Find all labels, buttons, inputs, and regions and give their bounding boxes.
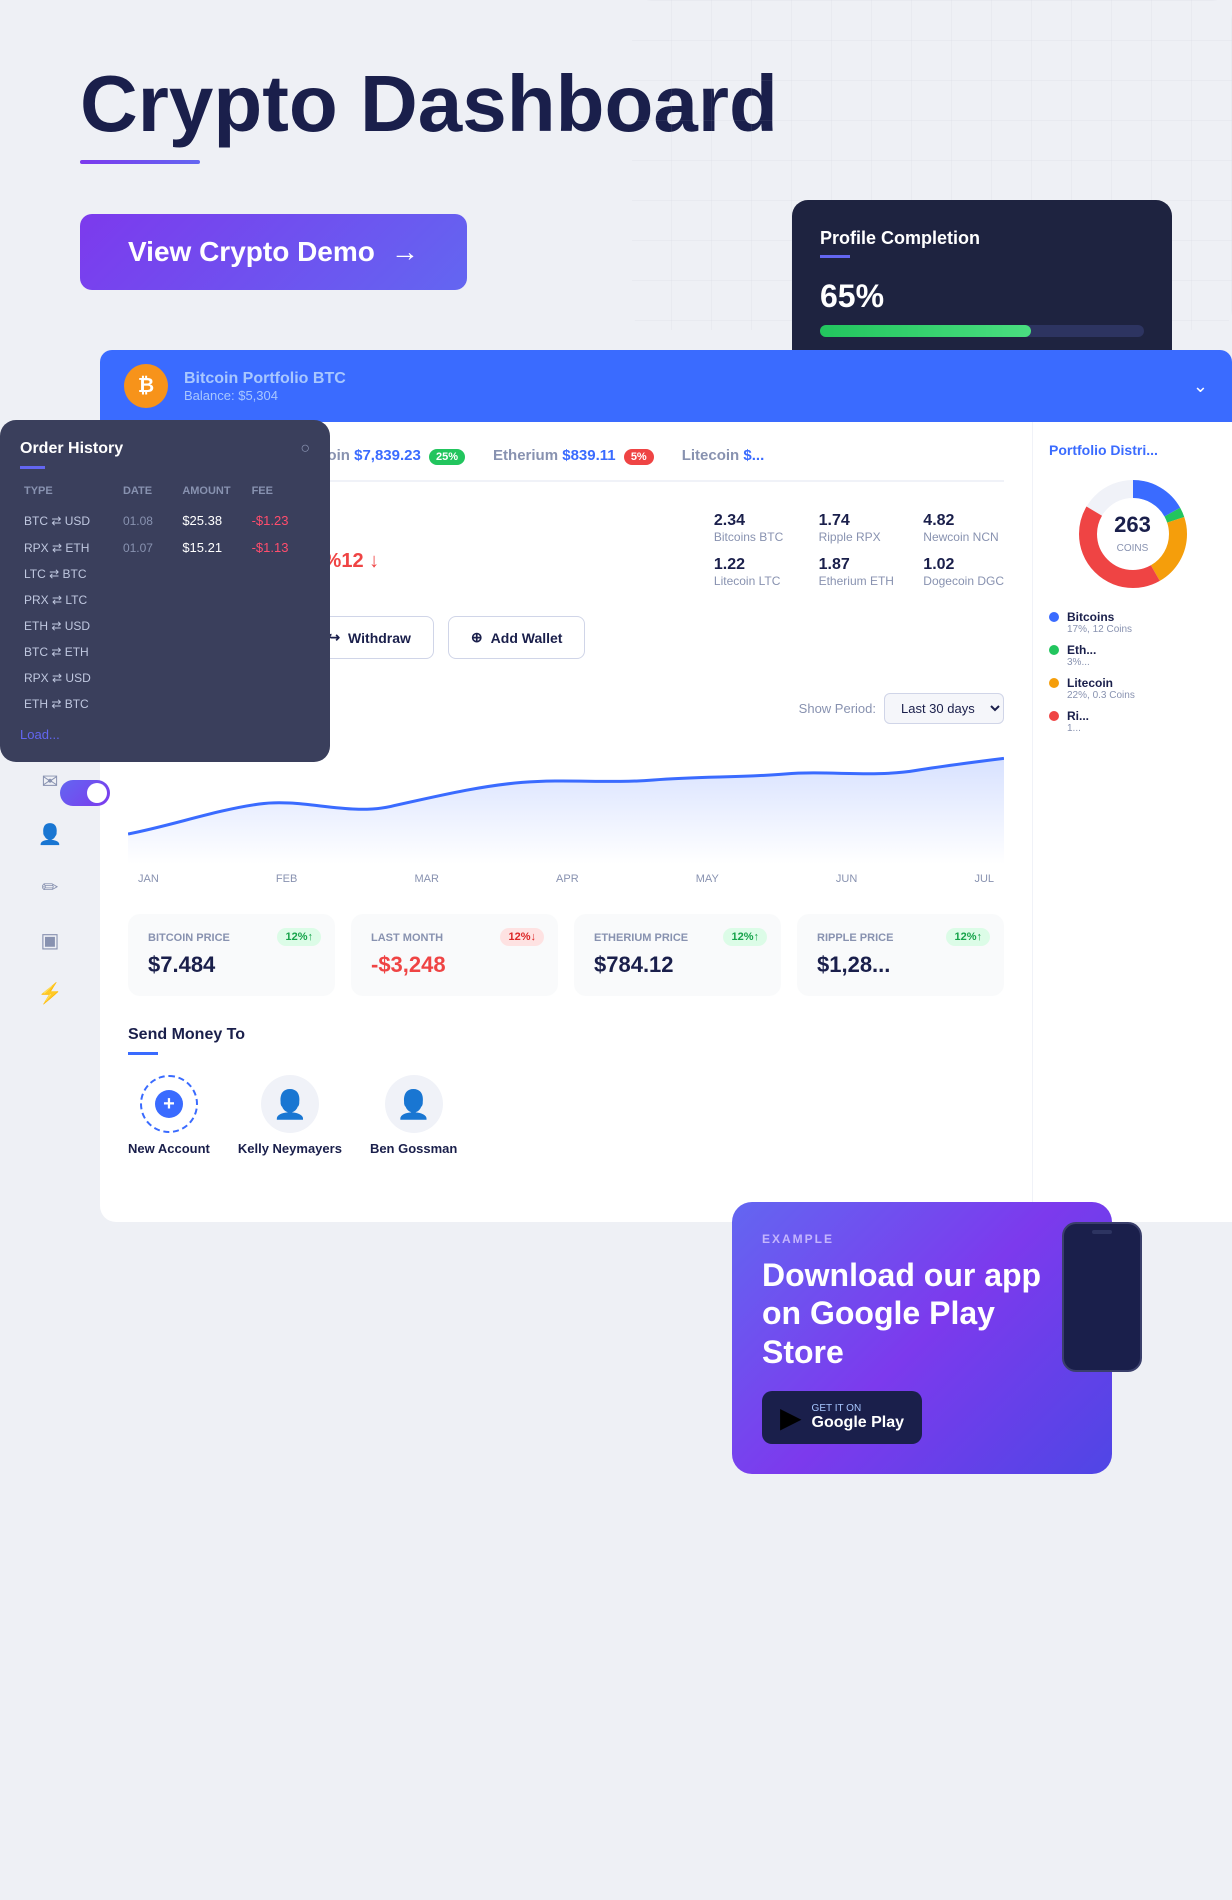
price-card-last-month: 12%↓ LAST MONTH -$3,248 [351,914,558,996]
list-item: 1.87 Etherium ETH [819,556,900,588]
send-money-section: Send Money To + New Account 👤 Kelly Neym… [128,1026,1004,1176]
order-history-title: Order History [20,440,123,458]
add-wallet-button[interactable]: ⊕ Add Wallet [448,616,586,659]
history-period-label: Show Period: [799,701,876,716]
chart-labels: JAN FEB MAR APR MAY JUN JUL [128,873,1004,885]
table-row: BTC ⇄ USD 01.08 $25.38 -$1.23 [20,507,310,534]
price-card-badge-up: 12%↑ [946,928,990,946]
contact-name-kelly: Kelly Neymayers [238,1141,342,1156]
toggle-container [60,780,110,806]
add-wallet-icon: ⊕ [471,629,483,646]
legend-dot-eth [1049,645,1059,655]
chart-area: JAN FEB MAR APR MAY JUN JUL [128,744,1004,884]
distribution-legend: Bitcoins 17%, 12 Coins Eth... 3%... Lite… [1049,610,1216,734]
contact-name-ben: Ben Gossman [370,1141,457,1156]
list-item: 1.74 Ripple RPX [819,512,900,544]
dist-title: Portfolio Distri... [1049,442,1216,458]
table-row: ETH ⇄ BTC [20,691,310,717]
table-row: PRX ⇄ LTC [20,587,310,613]
order-table-header: TYPE DATE AMOUNT FEE [20,485,310,497]
price-cards: 12%↑ BITCOIN PRICE $7.484 12%↓ LAST MONT… [128,914,1004,996]
progress-bar-fill [820,325,1031,337]
price-card-badge-up: 12%↑ [277,928,321,946]
contact-ben[interactable]: 👤 Ben Gossman [370,1075,457,1156]
table-row: RPX ⇄ USD [20,665,310,691]
price-card-ripple: 12%↑ RIPPLE PRICE $1,28... [797,914,1004,996]
send-money-contacts: + New Account 👤 Kelly Neymayers 👤 Ben Go… [128,1075,1004,1156]
google-play-button[interactable]: ▶ GET IT ON Google Play [762,1391,922,1444]
nav-icon-grid[interactable]: ▣ [41,928,60,953]
list-item: Ri... 1... [1049,709,1216,734]
coin-grid: 2.34 Bitcoins BTC 1.74 Ripple RPX 4.82 N… [714,512,1004,588]
google-play-banner: EXAMPLE Download our app on Google Play … [732,1202,1112,1474]
plus-icon: + [155,1090,183,1118]
profile-card-title: Profile Completion [820,228,1144,249]
tab-badge-bitcoin: 25% [429,449,465,465]
list-item: Bitcoins 17%, 12 Coins [1049,610,1216,635]
contact-avatar-ben: 👤 [385,1075,443,1133]
banner-title: Download our app on Google Play Store [762,1256,1082,1371]
price-card-badge-down: 12%↓ [500,928,544,946]
toggle-switch[interactable] [60,780,110,806]
history-period: Show Period: Last 30 days [799,693,1004,724]
hero-underline [80,160,200,164]
portfolio-header-info: Bitcoin Portfolio BTC Balance: $5,304 [184,370,346,403]
table-row: BTC ⇄ ETH [20,639,310,665]
list-item: Eth... 3%... [1049,643,1216,668]
portfolio-name: Bitcoin Portfolio BTC [184,370,346,388]
contact-avatar-kelly: 👤 [261,1075,319,1133]
nav-icon-users[interactable]: 👤 [38,822,63,847]
profile-percent: 65% [820,278,1144,315]
phone-mockup [1062,1222,1142,1372]
price-card-etherium: 12%↑ ETHERIUM PRICE $784.12 [574,914,781,996]
list-item: 2.34 Bitcoins BTC [714,512,795,544]
list-item: 1.22 Litecoin LTC [714,556,795,588]
nav-icon-lightning[interactable]: ⚡ [38,981,63,1006]
list-item: Litecoin 22%, 0.3 Coins [1049,676,1216,701]
donut-chart: 263 COINS [1073,474,1193,594]
contact-name-new: New Account [128,1141,210,1156]
price-card-badge-up: 12%↑ [723,928,767,946]
send-money-title: Send Money To [128,1026,1004,1044]
progress-bar-background [820,325,1144,337]
list-item: 4.82 Newcoin NCN [923,512,1004,544]
legend-dot-bitcoin [1049,612,1059,622]
google-play-icon: ▶ [780,1401,802,1434]
portfolio-distribution-panel: Portfolio Distri... 263 COINS [1032,422,1232,1222]
table-row: LTC ⇄ BTC [20,561,310,587]
order-history-card: Order History ○ TYPE DATE AMOUNT FEE BTC… [0,420,330,762]
price-card-bitcoin: 12%↑ BITCOIN PRICE $7.484 [128,914,335,996]
add-contact-avatar: + [140,1075,198,1133]
tab-etherium[interactable]: Etherium $839.11 5% [493,447,654,464]
tab-badge-etherium: 5% [624,449,654,465]
order-history-close-icon[interactable]: ○ [300,440,310,458]
contact-kelly[interactable]: 👤 Kelly Neymayers [238,1075,342,1156]
history-period-select[interactable]: Last 30 days [884,693,1004,724]
contact-new-account[interactable]: + New Account [128,1075,210,1156]
donut-center: 263 COINS [1114,512,1151,556]
legend-dot-litecoin [1049,678,1059,688]
nav-icon-edit[interactable]: ✏ [42,875,59,900]
portfolio-header: ₿ Bitcoin Portfolio BTC Balance: $5,304 … [100,350,1232,422]
hero-title: Crypto Dashboard [80,60,1152,148]
withdraw-icon: ↪ [328,629,340,646]
bitcoin-logo: ₿ [124,364,168,408]
tab-litecoin[interactable]: Litecoin $... [682,447,765,464]
portfolio-balance-label: Balance: $5,304 [184,388,346,403]
list-item: 1.02 Dogecoin DGC [923,556,1004,588]
banner-example-label: EXAMPLE [762,1232,1082,1246]
table-row: ETH ⇄ USD [20,613,310,639]
balance-change: %12 ↓ [324,550,380,573]
view-demo-button[interactable]: View Crypto Demo → [80,214,467,290]
portfolio-dropdown-icon[interactable]: ⌄ [1193,376,1208,397]
arrow-icon: → [391,236,419,268]
load-more-button[interactable]: Load... [20,727,310,742]
table-row: RPX ⇄ ETH 01.07 $15.21 -$1.13 [20,534,310,561]
nav-icon-mail[interactable]: ✉ [42,769,59,794]
legend-dot-ripple [1049,711,1059,721]
